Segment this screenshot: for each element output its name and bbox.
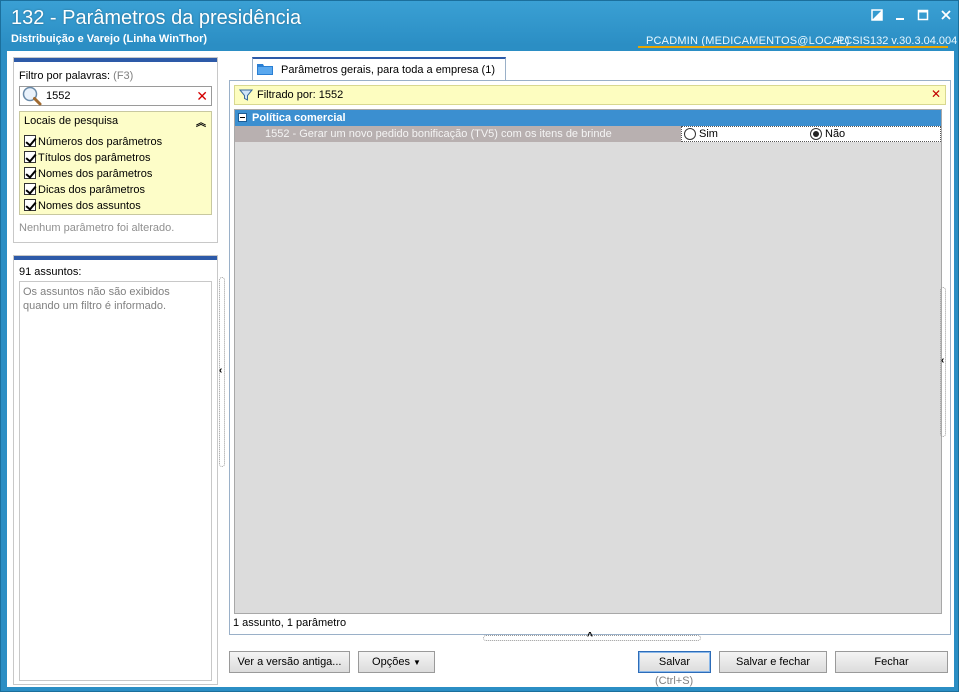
- subjects-panel: 91 assuntos: Os assuntos não são exibido…: [13, 255, 218, 685]
- save-close-button[interactable]: Salvar e fechar: [719, 651, 827, 673]
- parameters-frame: Filtrado por: 1552 ✕ Política comercial …: [229, 80, 951, 635]
- search-value: 1552: [46, 90, 71, 102]
- option-param-names[interactable]: Nomes dos parâmetros: [24, 167, 152, 181]
- save-button[interactable]: Salvar: [638, 651, 711, 673]
- results-summary: 1 assunto, 1 parâmetro: [233, 617, 347, 629]
- checkbox-icon[interactable]: [24, 183, 36, 195]
- option-label: Nomes dos assuntos: [38, 200, 141, 212]
- maximize-icon[interactable]: [916, 9, 930, 23]
- change-status: Nenhum parâmetro foi alterado.: [19, 222, 175, 234]
- chevron-left-icon[interactable]: ‹: [941, 355, 944, 366]
- group-header-politica-comercial[interactable]: Política comercial: [235, 110, 941, 126]
- chevron-left-icon[interactable]: ‹: [219, 365, 222, 376]
- remove-filter-icon[interactable]: ✕: [931, 87, 941, 101]
- collapse-chevron-icon[interactable]: ︽: [196, 114, 206, 129]
- option-label: Dicas dos parâmetros: [38, 184, 145, 196]
- parameter-label: 1552 - Gerar um novo pedido bonificação …: [265, 128, 612, 140]
- tab-general-parameters[interactable]: Parâmetros gerais, para toda a empresa (…: [252, 57, 506, 81]
- tab-label: Parâmetros gerais, para toda a empresa (…: [281, 64, 495, 76]
- clear-search-icon[interactable]: ✕: [196, 88, 208, 104]
- radio-yes[interactable]: [684, 128, 696, 140]
- subjects-list[interactable]: Os assuntos não são exibidos quando um f…: [19, 281, 212, 681]
- option-label: Nomes dos parâmetros: [38, 168, 153, 180]
- client-area: Filtro por palavras: (F3) 1552 ✕ Locais …: [7, 51, 954, 687]
- filter-label: Filtro por palavras: (F3): [19, 70, 133, 82]
- panel-accent-bar: [14, 256, 217, 260]
- option-param-numbers[interactable]: Números dos parâmetros: [24, 135, 162, 149]
- dropdown-arrow-icon: ▼: [413, 658, 421, 667]
- save-hotkey: (Ctrl+S): [655, 675, 694, 687]
- active-filter-bar: Filtrado por: 1552 ✕: [234, 85, 946, 105]
- options-label: Opções: [372, 656, 410, 668]
- checkbox-icon[interactable]: [24, 199, 36, 211]
- old-version-button[interactable]: Ver a versão antiga...: [229, 651, 350, 673]
- restore-icon[interactable]: [870, 9, 884, 23]
- user-underline: [638, 46, 948, 48]
- parameter-row-1552[interactable]: 1552 - Gerar um novo pedido bonificação …: [235, 126, 941, 142]
- filter-shortcut: (F3): [113, 70, 134, 82]
- option-subject-names[interactable]: Nomes dos assuntos: [24, 199, 141, 213]
- search-locations-title: Locais de pesquisa: [24, 115, 119, 127]
- option-param-titles[interactable]: Títulos dos parâmetros: [24, 151, 151, 165]
- collapse-minus-icon[interactable]: [238, 113, 247, 122]
- active-filter-text: Filtrado por: 1552: [257, 89, 344, 101]
- subjects-empty-message: Os assuntos não são exibidos quando um f…: [23, 286, 170, 312]
- group-title: Política comercial: [252, 112, 346, 124]
- radio-no[interactable]: [810, 128, 822, 140]
- parameters-grid: Política comercial 1552 - Gerar um novo …: [234, 109, 942, 614]
- search-locations-box: Locais de pesquisa ︽ Números dos parâmet…: [19, 111, 212, 215]
- panel-accent-bar: [14, 58, 217, 62]
- funnel-icon: [239, 89, 253, 101]
- radio-yes-label: Sim: [699, 128, 718, 140]
- checkbox-icon[interactable]: [24, 151, 36, 163]
- folder-icon: [257, 64, 273, 75]
- option-label: Números dos parâmetros: [38, 136, 163, 148]
- filter-panel: Filtro por palavras: (F3) 1552 ✕ Locais …: [13, 57, 218, 243]
- search-input[interactable]: 1552 ✕: [19, 86, 212, 106]
- title-bar: 132 - Parâmetros da presidência Distribu…: [1, 1, 958, 49]
- search-icon: [22, 86, 42, 106]
- parameter-value-cell: Sim Não: [681, 126, 941, 142]
- subjects-count: 91 assuntos:: [19, 266, 82, 278]
- parameter-label-cell: 1552 - Gerar um novo pedido bonificação …: [235, 126, 681, 142]
- app-window: 132 - Parâmetros da presidência Distribu…: [0, 0, 959, 692]
- checkbox-icon[interactable]: [24, 167, 36, 179]
- filter-label-text: Filtro por palavras:: [19, 70, 111, 82]
- checkbox-icon[interactable]: [24, 135, 36, 147]
- close-button[interactable]: Fechar: [835, 651, 948, 673]
- radio-no-label: Não: [825, 128, 846, 140]
- option-label: Títulos dos parâmetros: [38, 152, 151, 164]
- minimize-icon[interactable]: [893, 9, 907, 23]
- window-subtitle: Distribuição e Varejo (Linha WinThor): [11, 33, 208, 45]
- close-icon[interactable]: [939, 9, 953, 23]
- chevron-up-icon[interactable]: ^: [587, 631, 593, 642]
- options-button[interactable]: Opções ▼: [358, 651, 435, 673]
- window-title: 132 - Parâmetros da presidência: [11, 7, 302, 29]
- option-param-tips[interactable]: Dicas dos parâmetros: [24, 183, 145, 197]
